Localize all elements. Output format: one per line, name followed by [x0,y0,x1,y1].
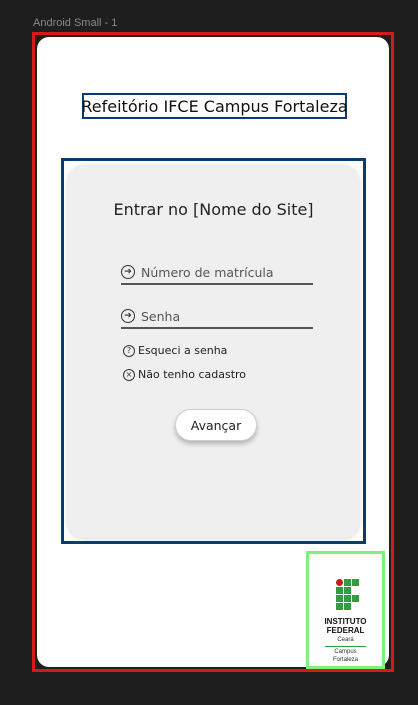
logo-square [344,595,351,602]
arrow-circle-right-icon: ➔ [121,265,135,279]
logo-square [336,603,343,610]
logo-text-fortaleza: Fortaleza [332,657,358,663]
logo-text-instituto: INSTITUTO [324,617,367,626]
password-input[interactable] [141,308,301,324]
page-title: Refeitório IFCE Campus Fortaleza [81,96,348,116]
page-title-box: Refeitório IFCE Campus Fortaleza [81,93,348,119]
logo-square [352,579,359,586]
logo-square [336,587,343,594]
logo-square [352,595,359,602]
registration-field[interactable]: ➔ [121,261,313,285]
logo-text-campus: Campus [334,649,357,655]
forgot-password-label: Esqueci a senha [138,344,228,357]
login-section: Entrar no [Nome do Site] ➔ ➔ ? Esqueci a… [61,158,366,544]
logo-square [344,603,351,610]
no-account-link[interactable]: × Não tenho cadastro [123,368,246,381]
ifce-logo: INSTITUTO FEDERAL Ceará Campus Fortaleza [306,551,385,669]
logo-square [344,579,351,586]
no-account-label: Não tenho cadastro [138,368,247,381]
frame-label: Android Small - 1 [33,17,118,29]
x-circle-icon: × [123,368,135,381]
arrow-circle-right-icon: ➔ [121,309,135,323]
question-circle-icon: ? [123,344,135,357]
submit-button[interactable]: Avançar [175,409,257,441]
logo-divider [325,646,366,647]
password-field[interactable]: ➔ [121,305,313,329]
logo-text-ceara: Ceará [337,637,354,643]
logo-red-dot [336,579,343,586]
logo-square [336,595,343,602]
forgot-password-link[interactable]: ? Esqueci a senha [123,344,227,357]
login-card: Entrar no [Nome do Site] ➔ ➔ ? Esqueci a… [67,164,360,538]
logo-text-federal: FEDERAL [326,626,365,635]
ifce-logo-mark [336,579,359,610]
logo-square [344,587,351,594]
login-title: Entrar no [Nome do Site] [113,200,314,219]
registration-input[interactable] [141,264,301,280]
